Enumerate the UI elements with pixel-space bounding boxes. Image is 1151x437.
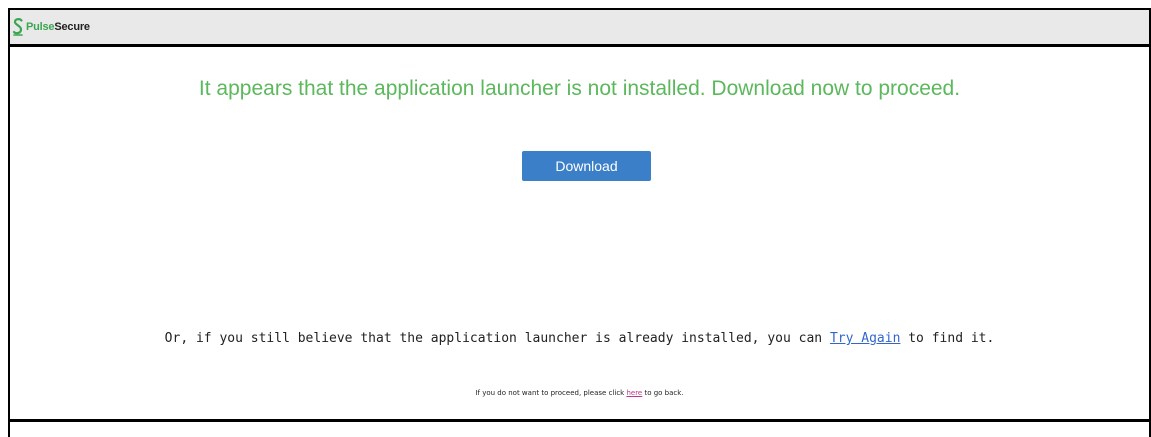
bottom-divider bbox=[10, 419, 1149, 422]
page-frame: PulseSecure It appears that the applicat… bbox=[8, 8, 1151, 437]
try-again-message: Or, if you still believe that the applic… bbox=[10, 331, 1149, 346]
try-again-link[interactable]: Try Again bbox=[830, 331, 900, 346]
launcher-missing-headline: It appears that the application launcher… bbox=[198, 77, 961, 100]
brand-name: PulseSecure bbox=[26, 21, 90, 33]
brand-name-second: Secure bbox=[54, 21, 90, 33]
try-again-suffix: to find it. bbox=[900, 331, 995, 346]
brand-logo: PulseSecure bbox=[12, 17, 90, 37]
main-content: It appears that the application launcher… bbox=[10, 47, 1149, 437]
pulse-secure-s-icon bbox=[12, 17, 24, 37]
go-back-prefix: If you do not want to proceed, please cl… bbox=[475, 389, 627, 397]
header-bar: PulseSecure bbox=[10, 10, 1149, 47]
brand-name-first: Pulse bbox=[26, 21, 55, 33]
go-back-link[interactable]: here bbox=[626, 389, 642, 397]
go-back-message: If you do not want to proceed, please cl… bbox=[10, 389, 1149, 397]
download-button[interactable]: Download bbox=[522, 151, 651, 181]
try-again-prefix: Or, if you still believe that the applic… bbox=[164, 331, 830, 346]
go-back-suffix: to go back. bbox=[642, 389, 684, 397]
